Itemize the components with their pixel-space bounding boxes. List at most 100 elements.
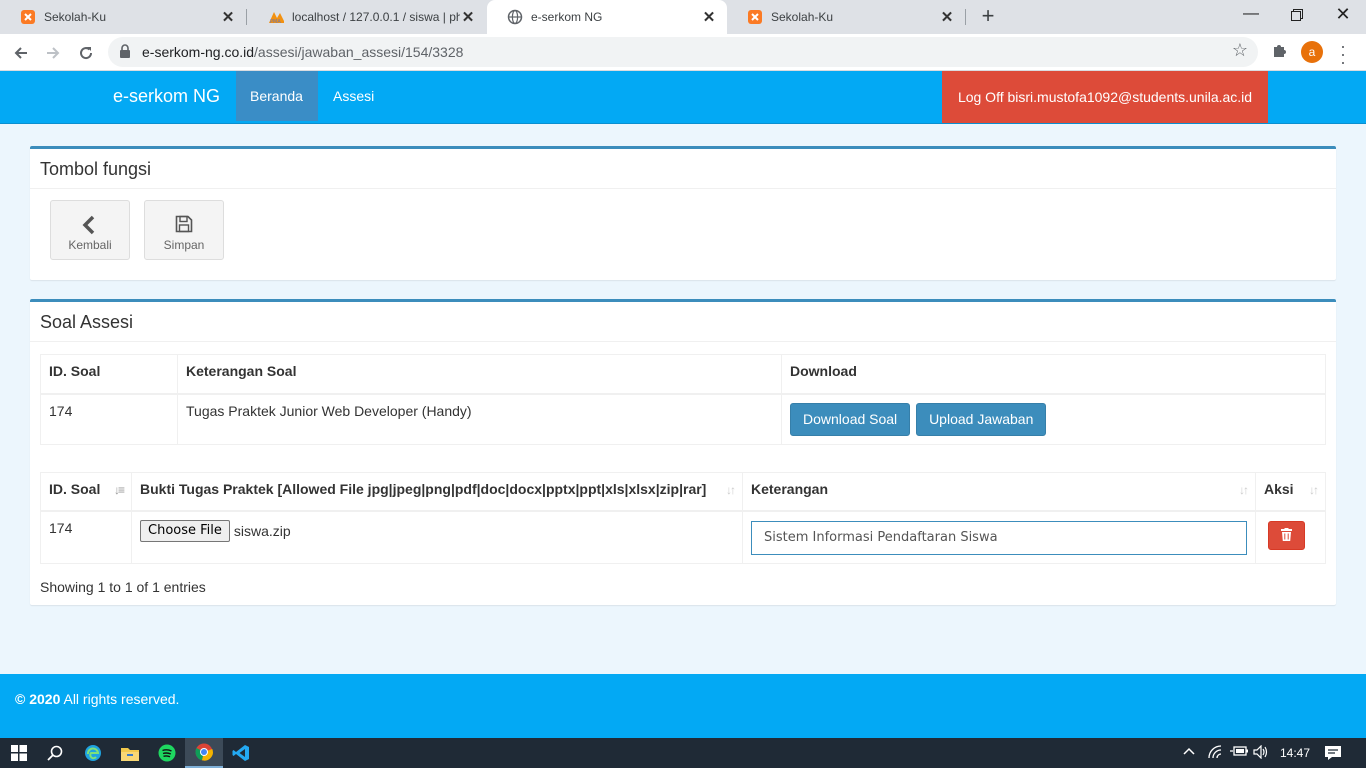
box-title: Soal Assesi <box>30 302 1336 342</box>
chrome-icon[interactable] <box>185 738 223 768</box>
notifications-icon[interactable] <box>1324 745 1342 764</box>
upload-jawaban-button[interactable]: Upload Jawaban <box>916 402 1047 436</box>
tab-title: e-serkom NG <box>531 10 603 24</box>
nav-beranda[interactable]: Beranda <box>236 71 318 121</box>
col-header-keterangan[interactable]: Keterangan ↓↑ <box>742 472 1256 512</box>
tab-separator <box>965 9 966 25</box>
volume-icon[interactable] <box>1253 744 1269 762</box>
windows-taskbar: 14:47 <box>0 738 1366 768</box>
footer-year: © 2020 <box>15 691 61 707</box>
col-header-bukti-tugas[interactable]: Bukti Tugas Praktek [Allowed File jpg|jp… <box>131 472 743 512</box>
search-icon[interactable] <box>36 738 74 768</box>
save-floppy-icon <box>174 215 194 235</box>
col-header-keterangan-soal: Keterangan Soal <box>177 354 782 395</box>
close-tab-icon[interactable]: ✕ <box>220 8 236 26</box>
vscode-icon[interactable] <box>222 738 260 768</box>
new-tab-button[interactable]: + <box>976 4 1000 28</box>
site-navbar: e-serkom NG Beranda Assesi Log Off bisri… <box>0 71 1366 124</box>
close-tab-icon[interactable]: ✕ <box>460 8 476 26</box>
close-tab-icon[interactable]: ✕ <box>939 8 955 26</box>
browser-menu-icon[interactable]: · · · <box>1338 37 1348 71</box>
url-bar[interactable]: e-serkom-ng.co.id/assesi/jawaban_assesi/… <box>108 37 1258 67</box>
cell-id-soal: 174 <box>40 393 178 445</box>
browser-tab-2[interactable]: PMA localhost / 127.0.0.1 / siswa | php … <box>248 0 486 34</box>
soal-table: ID. Soal Keterangan Soal Download 174 Tu… <box>40 354 1326 445</box>
logoff-button[interactable]: Log Off bisri.mustofa1092@students.unila… <box>942 71 1268 123</box>
sort-icon: ↓↑ <box>1239 483 1249 497</box>
file-explorer-icon[interactable] <box>111 738 149 768</box>
table-row: 174 Choose File siswa.zip Sistem Informa… <box>40 510 1326 564</box>
close-window-button[interactable]: ✕ <box>1320 0 1366 30</box>
header-label: Aksi <box>1264 481 1294 497</box>
edge-icon[interactable] <box>74 738 112 768</box>
cell-aksi <box>1255 510 1326 564</box>
table-info: Showing 1 to 1 of 1 entries <box>40 579 206 595</box>
footer-text: All rights reserved. <box>63 691 180 707</box>
choose-file-button[interactable]: Choose File <box>140 519 230 542</box>
table-row: 174 Tugas Praktek Junior Web Developer (… <box>40 393 1326 445</box>
kembali-button[interactable]: Kembali <box>50 200 130 260</box>
phpmyadmin-icon: PMA <box>268 9 284 25</box>
browser-tab-1[interactable]: Sekolah-Ku ✕ <box>0 0 246 34</box>
close-tab-icon[interactable]: ✕ <box>701 8 717 26</box>
sort-icon: ↓↑ <box>1309 483 1319 497</box>
tab-title: localhost / 127.0.0.1 / siswa | php <box>292 10 460 24</box>
page-footer: © 2020 All rights reserved. <box>0 674 1366 738</box>
restore-button[interactable] <box>1274 0 1320 30</box>
download-soal-button[interactable]: Download Soal <box>790 402 911 436</box>
tray-chevron-up-icon[interactable] <box>1183 745 1195 759</box>
col-header-aksi[interactable]: Aksi ↓↑ <box>1255 472 1326 512</box>
col-header-id-soal-sortable[interactable]: ID. Soal ↓≡ <box>40 472 132 512</box>
jawaban-table: ID. Soal ↓≡ Bukti Tugas Praktek [Allowed… <box>40 472 1326 564</box>
svg-text:PMA: PMA <box>270 19 281 24</box>
tab-title: Sekolah-Ku <box>771 10 834 24</box>
soal-assesi-box: Soal Assesi ID. Soal Keterangan Soal Dow… <box>30 299 1336 605</box>
url-text: e-serkom-ng.co.id/assesi/jawaban_assesi/… <box>142 44 464 60</box>
delete-button[interactable] <box>1268 520 1305 550</box>
cell-id-soal: 174 <box>40 510 132 564</box>
windows-start-icon[interactable] <box>0 738 38 768</box>
battery-icon[interactable] <box>1230 745 1248 760</box>
extensions-puzzle-icon[interactable] <box>1270 42 1290 62</box>
browser-tab-strip: Sekolah-Ku ✕ PMA localhost / 127.0.0.1 /… <box>0 0 1366 34</box>
sort-asc-icon: ↓≡ <box>113 483 125 497</box>
site-brand[interactable]: e-serkom NG <box>113 86 220 107</box>
header-label: ID. Soal <box>49 481 101 497</box>
wifi-icon[interactable] <box>1208 745 1224 762</box>
clock-time[interactable]: 14:47 <box>1280 746 1310 760</box>
address-toolbar: e-serkom-ng.co.id/assesi/jawaban_assesi/… <box>0 34 1366 71</box>
header-label: Bukti Tugas Praktek [Allowed File jpg|jp… <box>140 481 707 497</box>
browser-tab-4[interactable]: Sekolah-Ku ✕ <box>727 0 965 34</box>
tab-separator <box>246 9 247 25</box>
lock-icon <box>119 44 133 60</box>
restore-icon <box>1291 9 1303 21</box>
box-title: Tombol fungsi <box>30 149 1336 189</box>
kembali-label: Kembali <box>68 238 112 252</box>
sort-icon: ↓↑ <box>726 483 736 497</box>
back-icon[interactable] <box>8 40 34 66</box>
bookmark-star-icon[interactable]: ☆ <box>1232 40 1248 61</box>
browser-tab-3-active[interactable]: e-serkom NG ✕ <box>487 0 727 34</box>
cell-keterangan: Sistem Informasi Pendaftaran Siswa <box>742 510 1256 564</box>
minimize-button[interactable]: — <box>1228 0 1274 30</box>
forward-icon[interactable] <box>40 40 66 66</box>
col-header-id-soal: ID. Soal <box>40 354 178 395</box>
cell-download-actions: Download Soal Upload Jawaban <box>781 393 1326 445</box>
profile-avatar[interactable]: a <box>1301 41 1323 63</box>
spotify-icon[interactable] <box>148 738 186 768</box>
globe-icon <box>507 9 523 25</box>
nav-assesi[interactable]: Assesi <box>319 71 388 121</box>
simpan-button[interactable]: Simpan <box>144 200 224 260</box>
cell-keterangan-soal: Tugas Praktek Junior Web Developer (Hand… <box>177 393 782 445</box>
reload-icon[interactable] <box>73 40 99 66</box>
tab-title: Sekolah-Ku <box>44 10 107 24</box>
xampp-icon <box>747 9 763 25</box>
tombol-fungsi-box: Tombol fungsi Kembali Simpan <box>30 146 1336 280</box>
simpan-label: Simpan <box>163 238 205 252</box>
keterangan-input[interactable]: Sistem Informasi Pendaftaran Siswa <box>751 520 1247 555</box>
xampp-icon <box>20 9 36 25</box>
chevron-left-icon <box>80 215 100 235</box>
cell-file-input: Choose File siswa.zip <box>131 510 743 564</box>
header-label: Keterangan <box>751 481 829 497</box>
selected-file-name: siswa.zip <box>233 522 291 539</box>
